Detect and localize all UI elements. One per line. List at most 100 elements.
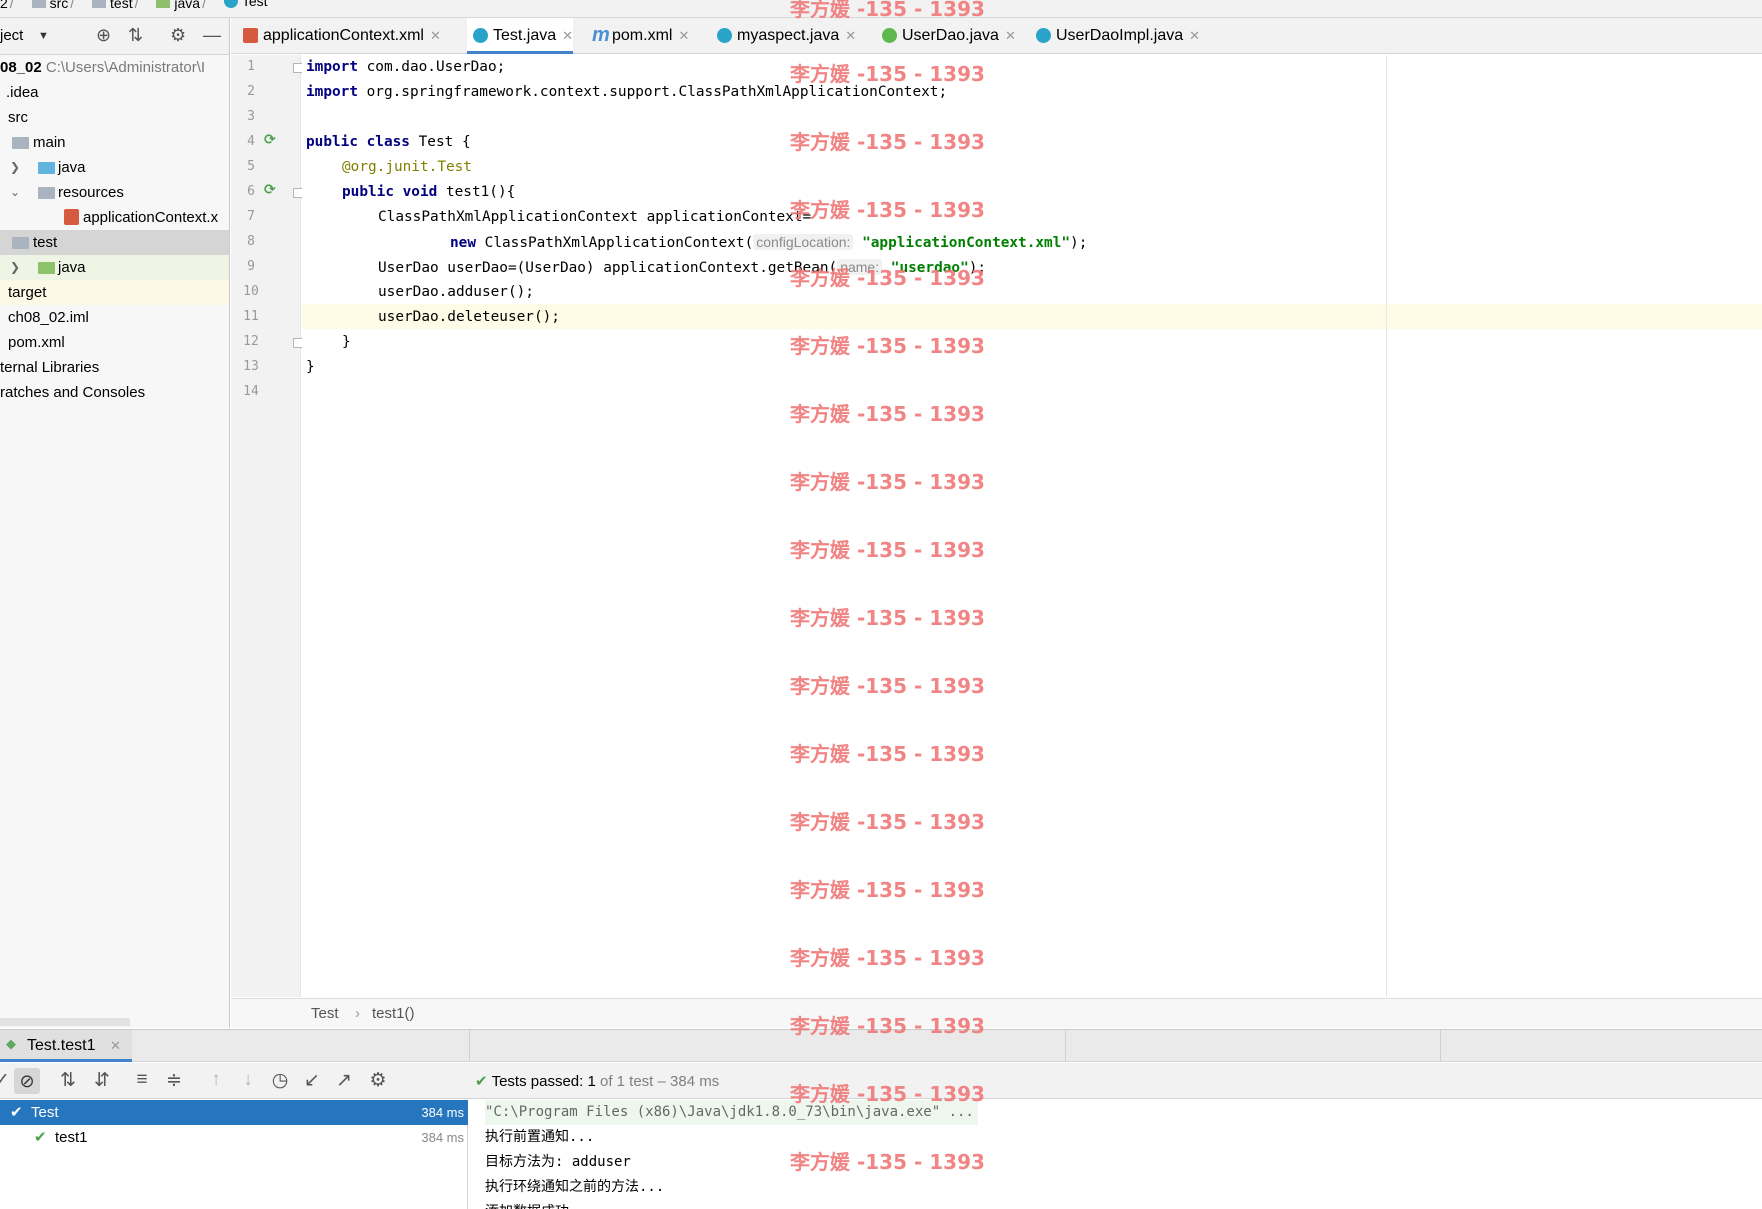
- tree-item-test-java[interactable]: ❯ java: [0, 255, 229, 280]
- editor-breadcrumb-method[interactable]: test1(): [372, 1005, 415, 1022]
- collapse-all-icon[interactable]: ⇅: [128, 25, 143, 46]
- arrow-up-icon[interactable]: ↑: [204, 1069, 228, 1091]
- test-node-class[interactable]: ✔ Test 384 ms: [0, 1100, 468, 1125]
- tree-item-iml[interactable]: ch08_02.iml: [0, 305, 229, 330]
- test-history-icon[interactable]: ◷: [268, 1069, 292, 1092]
- tab-userdaoimpl-java[interactable]: UserDaoImpl.java ✕: [1030, 18, 1200, 53]
- tab-test-java[interactable]: Test.java ✕: [467, 18, 574, 54]
- code-line-4: public class Test {: [306, 134, 471, 150]
- code-line-8: new ClassPathXmlApplicationContext(confi…: [450, 234, 1088, 251]
- test-node-method[interactable]: ✔ test1 384 ms: [0, 1125, 468, 1150]
- project-panel: ject ▼ ⊕ ⇅ ⚙ — 08_02 C:\Users\Administra…: [0, 18, 230, 1028]
- editor-gutter[interactable]: 1 2 3 4 5 6 7 8 9 10 11 12 13 14 ⟳ ⟳: [231, 55, 303, 997]
- interface-icon: [882, 28, 897, 43]
- run-tab-test[interactable]: ◆ Test.test1 ✕: [0, 1030, 132, 1062]
- tab-userdao-java[interactable]: UserDao.java ✕: [876, 18, 1016, 53]
- code-line-10: userDao.adduser();: [378, 284, 534, 300]
- run-test-icon[interactable]: ⟳: [264, 181, 276, 198]
- watermark: 李方媛 -135 - 1393: [790, 130, 985, 154]
- code-line-7: ClassPathXmlApplicationContext applicati…: [378, 209, 812, 225]
- chevron-down-icon[interactable]: ⌄: [10, 180, 20, 205]
- watermark: 李方媛 -135 - 1393: [790, 334, 985, 358]
- console-output[interactable]: "C:\Program Files (x86)\Java\jdk1.8.0_73…: [469, 1100, 1762, 1209]
- test-results-tree: ✔ Test 384 ms ✔ test1 384 ms: [0, 1100, 468, 1209]
- tree-item-scratches[interactable]: ratches and Consoles: [0, 380, 229, 405]
- editor-tab-bar: applicationContext.xml ✕ Test.java ✕ m pom.…: [231, 18, 1762, 54]
- collapse-all-icon[interactable]: ≑: [162, 1069, 186, 1092]
- tree-item-main[interactable]: main: [0, 130, 229, 155]
- line-number: 11: [243, 309, 259, 324]
- line-number: 2: [247, 84, 255, 99]
- tree-item-project-root[interactable]: 08_02 C:\Users\Administrator\I: [0, 55, 229, 80]
- code-editor[interactable]: import com.dao.UserDao; import org.sprin…: [302, 55, 1762, 997]
- expand-all-icon[interactable]: ≡: [130, 1069, 154, 1091]
- project-view-selector[interactable]: ject: [0, 27, 23, 44]
- folder-icon: [31, 0, 46, 8]
- close-icon[interactable]: ✕: [845, 28, 856, 43]
- watermark: 李方媛 -135 - 1393: [790, 0, 985, 21]
- close-icon[interactable]: ✕: [562, 28, 573, 43]
- close-icon[interactable]: ✕: [1189, 28, 1200, 43]
- tab-pom-xml[interactable]: m pom.xml ✕: [586, 18, 689, 53]
- watermark: 李方媛 -135 - 1393: [790, 1150, 985, 1174]
- tree-item-src[interactable]: src: [0, 105, 229, 130]
- run-test-icon[interactable]: ⟳: [264, 131, 276, 148]
- tree-item-application-context[interactable]: applicationContext.x: [0, 205, 229, 230]
- line-number: 9: [247, 259, 255, 274]
- watermark: 李方媛 -135 - 1393: [790, 538, 985, 562]
- breadcrumb-item-class[interactable]: Test: [218, 0, 268, 9]
- close-icon[interactable]: ✕: [110, 1038, 121, 1054]
- check-icon: ✔: [475, 1073, 488, 1090]
- breadcrumb-item-test[interactable]: test /: [86, 0, 140, 11]
- sort-by-duration-icon[interactable]: ⇵: [90, 1069, 114, 1092]
- tab-myaspect-java[interactable]: myaspect.java ✕: [711, 18, 856, 53]
- line-number: 12: [243, 334, 259, 349]
- tree-item-pom[interactable]: pom.xml: [0, 330, 229, 355]
- horizontal-scrollbar[interactable]: [0, 1018, 130, 1026]
- breadcrumb-item-project[interactable]: 2/: [0, 0, 16, 11]
- line-number: 5: [247, 159, 255, 174]
- code-line-12: }: [342, 334, 351, 350]
- watermark: 李方媛 -135 - 1393: [790, 1082, 985, 1106]
- maven-icon: m: [592, 24, 610, 46]
- tree-item-main-java[interactable]: ❯ java: [0, 155, 229, 180]
- export-tests-icon[interactable]: ↗: [332, 1069, 356, 1092]
- tree-item-idea[interactable]: .idea: [0, 80, 229, 105]
- breadcrumb-item-java[interactable]: java /: [150, 0, 208, 11]
- chevron-right-icon: ›: [355, 1005, 360, 1022]
- test-folder-icon: [156, 0, 171, 8]
- code-line-11: userDao.deleteuser();: [378, 309, 560, 325]
- sort-alphabetically-icon[interactable]: ⇅: [56, 1069, 80, 1092]
- import-tests-icon[interactable]: ↙: [300, 1069, 324, 1092]
- hide-panel-icon[interactable]: —: [203, 25, 221, 46]
- chevron-right-icon[interactable]: ❯: [10, 155, 20, 180]
- watermark: 李方媛 -135 - 1393: [790, 402, 985, 426]
- chevron-right-icon[interactable]: ❯: [10, 255, 20, 280]
- check-icon: ✔: [34, 1129, 47, 1146]
- tree-item-resources[interactable]: ⌄ resources: [0, 180, 229, 205]
- gear-icon[interactable]: ⚙: [170, 25, 186, 46]
- gear-icon[interactable]: ⚙: [366, 1069, 390, 1092]
- folder-icon: [12, 237, 29, 249]
- tree-item-target[interactable]: target: [0, 280, 229, 305]
- watermark: 李方媛 -135 - 1393: [790, 946, 985, 970]
- watermark: 李方媛 -135 - 1393: [790, 1014, 985, 1038]
- close-icon[interactable]: ✕: [1005, 28, 1016, 43]
- console-line: 执行前置通知...: [485, 1129, 595, 1145]
- source-folder-icon: [38, 162, 55, 174]
- run-config-icon: ◆: [6, 1036, 16, 1051]
- tab-application-context-xml[interactable]: applicationContext.xml ✕: [237, 18, 441, 53]
- arrow-down-icon[interactable]: ↓: [236, 1069, 260, 1091]
- close-icon[interactable]: ✕: [678, 28, 689, 43]
- chevron-down-icon[interactable]: ▼: [38, 30, 49, 42]
- class-icon: [717, 28, 732, 43]
- breadcrumb-item-src[interactable]: src /: [26, 0, 77, 11]
- line-number: 10: [243, 284, 259, 299]
- tree-item-external-libraries[interactable]: ternal Libraries: [0, 355, 229, 380]
- tree-item-test[interactable]: test: [0, 230, 229, 255]
- close-icon[interactable]: ✕: [430, 28, 441, 43]
- editor-breadcrumb-class[interactable]: Test: [311, 1005, 339, 1022]
- show-ignored-toggle-icon[interactable]: ⊘: [14, 1068, 40, 1094]
- show-passed-icon[interactable]: ✓: [0, 1069, 14, 1092]
- locate-icon[interactable]: ⊕: [96, 25, 111, 46]
